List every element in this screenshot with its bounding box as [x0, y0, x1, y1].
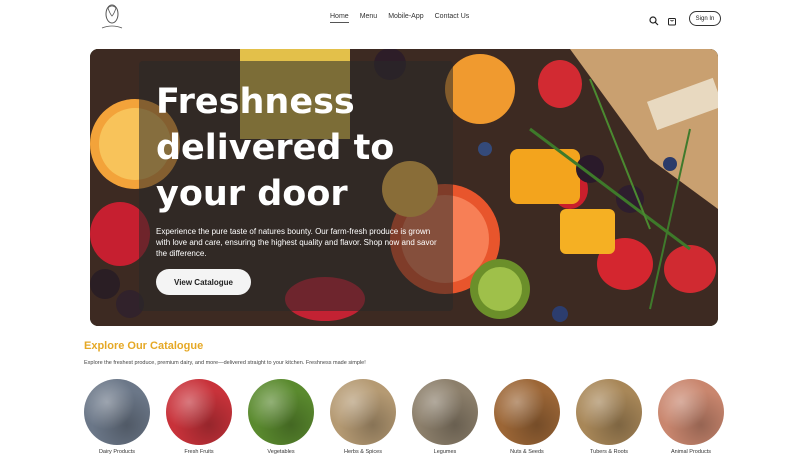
catalogue-item-label: Vegetables: [267, 449, 295, 455]
catalogue-item[interactable]: Legumes: [412, 379, 478, 455]
nav-home[interactable]: Home: [330, 13, 349, 23]
catalogue-item-label: Fresh Fruits: [184, 449, 214, 455]
catalogue-item[interactable]: Herbs & Spices: [330, 379, 396, 455]
catalogue-item[interactable]: Nuts & Seeds: [494, 379, 560, 455]
catalogue-item-image[interactable]: [166, 379, 232, 445]
catalogue-item-image[interactable]: [576, 379, 642, 445]
catalogue-item-image[interactable]: [330, 379, 396, 445]
nav-contact-us[interactable]: Contact Us: [435, 13, 470, 23]
hero-description: Experience the pure taste of natures bou…: [156, 227, 437, 258]
catalogue-item-label: Tubers & Roots: [589, 449, 628, 455]
catalogue-item-image[interactable]: [494, 379, 560, 445]
hero-title: Freshness delivered to your door: [156, 82, 395, 214]
catalogue-item[interactable]: Dairy Products: [84, 379, 150, 455]
nav-mobile-app[interactable]: Mobile-App: [388, 13, 423, 23]
catalogue-item-image[interactable]: [248, 379, 314, 445]
catalogue-item-label: Legumes: [433, 449, 457, 455]
hero-banner: Freshness delivered to your door Experie…: [90, 49, 718, 326]
catalogue-item-label: Nuts & Seeds: [510, 449, 544, 455]
catalogue-description: Explore the freshest produce, premium da…: [84, 360, 366, 366]
site-header: Home Menu Mobile-App Contact Us Sign In: [0, 0, 800, 38]
catalogue-item[interactable]: Vegetables: [248, 379, 314, 455]
main-nav: Home Menu Mobile-App Contact Us: [330, 13, 480, 23]
sign-in-button[interactable]: Sign In: [689, 11, 721, 26]
nav-menu[interactable]: Menu: [360, 13, 378, 23]
catalogue-item-label: Dairy Products: [98, 449, 136, 455]
catalogue-item-image[interactable]: [84, 379, 150, 445]
cart-icon[interactable]: [667, 13, 677, 26]
catalogue-item[interactable]: Tubers & Roots: [576, 379, 642, 455]
catalogue-item-label: Animal Products: [670, 449, 712, 455]
catalogue-item[interactable]: Animal Products: [658, 379, 724, 455]
brand-logo[interactable]: [94, 2, 130, 34]
search-icon[interactable]: [649, 13, 659, 26]
view-catalogue-button[interactable]: View Catalogue: [156, 269, 251, 295]
catalogue-title: Explore Our Catalogue: [84, 340, 204, 352]
catalogue-item[interactable]: Fresh Fruits: [166, 379, 232, 455]
catalogue-item-image[interactable]: [412, 379, 478, 445]
catalogue-item-image[interactable]: [658, 379, 724, 445]
catalogue-item-label: Herbs & Spices: [344, 449, 382, 455]
